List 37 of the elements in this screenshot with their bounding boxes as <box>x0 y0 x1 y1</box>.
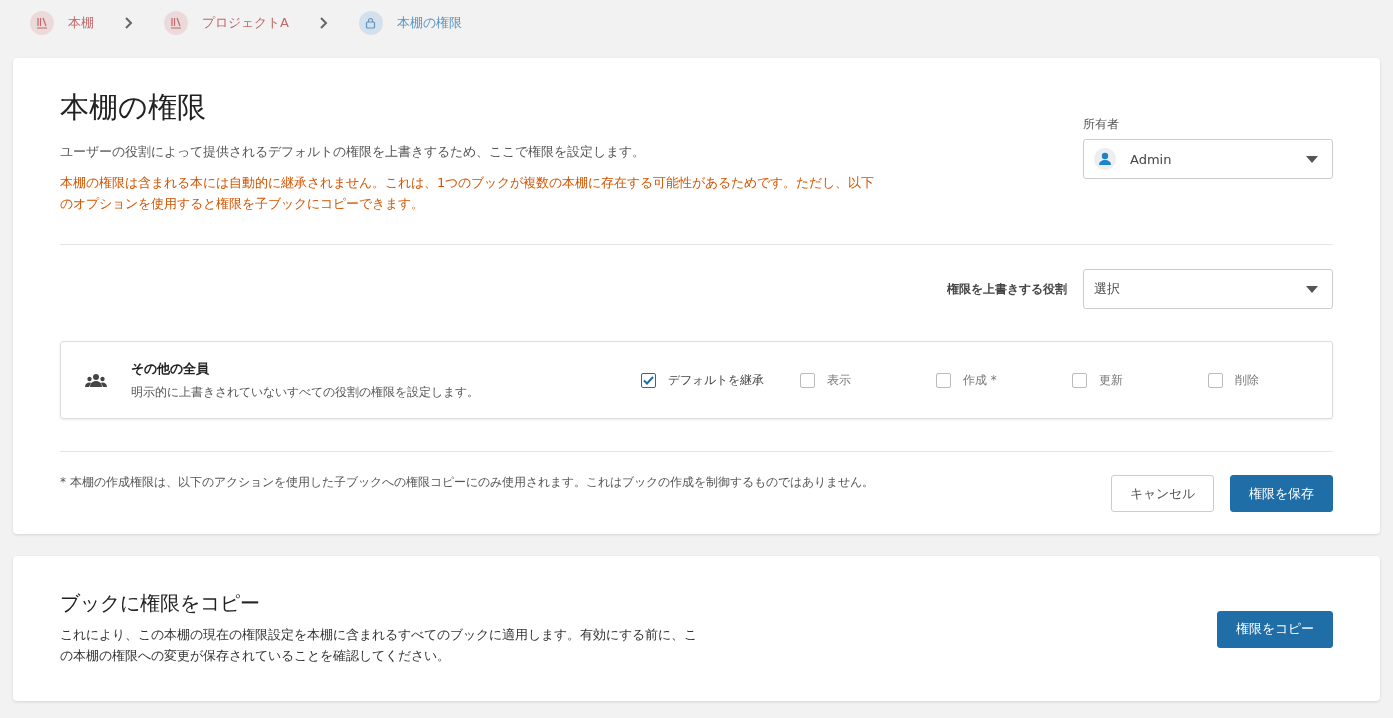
permission-checkbox[interactable]: 更新 <box>1072 371 1172 389</box>
owner-label: 所有者 <box>1083 116 1120 133</box>
warning-text: 本棚の権限は含まれる本には自動的に継承されません。これは、1つのブックが複数の本棚に存在する可能性があるためです。ただし、以下のオプションを使用すると権限を子ブックにコピーできます。 <box>60 173 875 213</box>
role-name: その他の全員 <box>131 359 210 378</box>
copy-button[interactable]: 権限をコピー <box>1217 610 1333 648</box>
group-icon <box>85 373 107 388</box>
checkbox[interactable] <box>1072 372 1087 388</box>
role-description: 明示的に上書きされていないすべての役割の権限を設定します。 <box>131 383 480 401</box>
breadcrumb-link[interactable]: 本棚の権限 <box>358 11 462 35</box>
permission-checkbox[interactable]: 作成 * <box>936 371 1036 389</box>
owner-select[interactable]: Admin <box>1083 139 1333 179</box>
role-select[interactable]: 選択 <box>1083 269 1333 310</box>
page-title: 本棚の権限 <box>60 89 207 126</box>
checkbox[interactable] <box>641 372 656 388</box>
shelf-icon <box>164 11 188 35</box>
role-override-label: 権限を上書きする役割 <box>947 280 1067 298</box>
footnote-text: * 本棚の作成権限は、以下のアクションを使用した子ブックへの権限コピーにのみ使用されます。これはブックの作成を制御するものではありません。 <box>60 474 874 492</box>
checkbox[interactable] <box>936 372 951 388</box>
breadcrumb-link[interactable]: 本棚 <box>30 11 94 35</box>
user-avatar-icon <box>1094 148 1116 170</box>
description-text: ユーザーの役割によって提供されるデフォルトの権限を上書きするため、ここで権限を設定します。 <box>60 143 646 161</box>
copy-description: これにより、この本棚の現在の権限設定を本棚に含まれるすべてのブックに適用します。有効にする前に、この本棚の権限への変更が保存されていることを確認してください。 <box>60 626 698 666</box>
caret-icon <box>1306 155 1318 163</box>
permission-checkbox[interactable]: 表示 <box>800 371 900 389</box>
checkbox[interactable] <box>1208 372 1223 388</box>
section-title: ブックに権限をコピー <box>60 590 261 618</box>
checkbox[interactable] <box>800 372 815 388</box>
breadcrumb-link[interactable]: プロジェクトA <box>164 11 289 35</box>
chevron-icon <box>124 17 134 29</box>
permission-checkbox[interactable]: デフォルトを継承 <box>641 371 764 389</box>
cancel-button[interactable]: キャンセル <box>1111 475 1214 513</box>
caret-icon <box>1306 285 1318 293</box>
save-button[interactable]: 権限を保存 <box>1230 475 1333 513</box>
permission-checkbox[interactable]: 削除 <box>1208 371 1308 389</box>
shelf-icon <box>30 11 54 35</box>
lock-icon <box>358 11 383 35</box>
chevron-icon <box>318 17 329 29</box>
